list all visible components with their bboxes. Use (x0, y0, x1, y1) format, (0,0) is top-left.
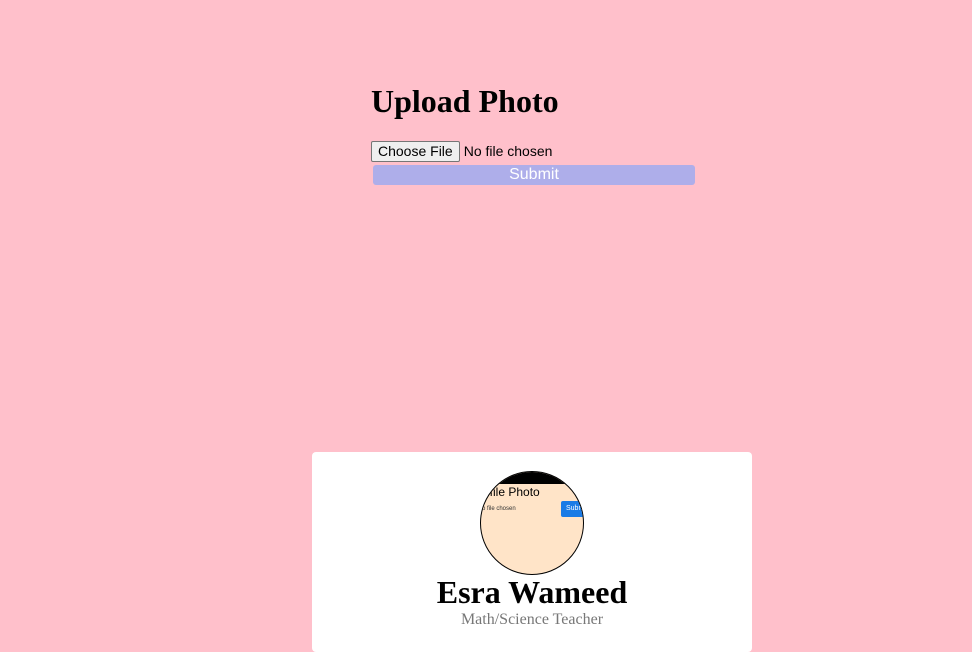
upload-title: Upload Photo (371, 83, 559, 119)
avatar-preview-topbar (481, 472, 583, 484)
choose-file-button[interactable]: Choose File (371, 140, 460, 162)
avatar: ofile Photo o file chosen Subm (480, 471, 584, 575)
upload-section: Upload Photo Choose File No file chosen … (371, 82, 701, 185)
file-status-text: No file chosen (463, 143, 553, 159)
file-input[interactable]: Choose File No file chosen (371, 140, 701, 162)
profile-role: Math/Science Teacher (460, 611, 604, 628)
profile-name: Esra Wameed (436, 574, 628, 610)
avatar-preview-file-text: o file chosen (482, 506, 516, 512)
avatar-preview-heading: ofile Photo (483, 485, 540, 499)
avatar-preview-submit: Subm (561, 501, 583, 517)
profile-card: ofile Photo o file chosen Subm Esra Wame… (312, 452, 752, 652)
submit-button[interactable]: Submit (373, 165, 695, 185)
